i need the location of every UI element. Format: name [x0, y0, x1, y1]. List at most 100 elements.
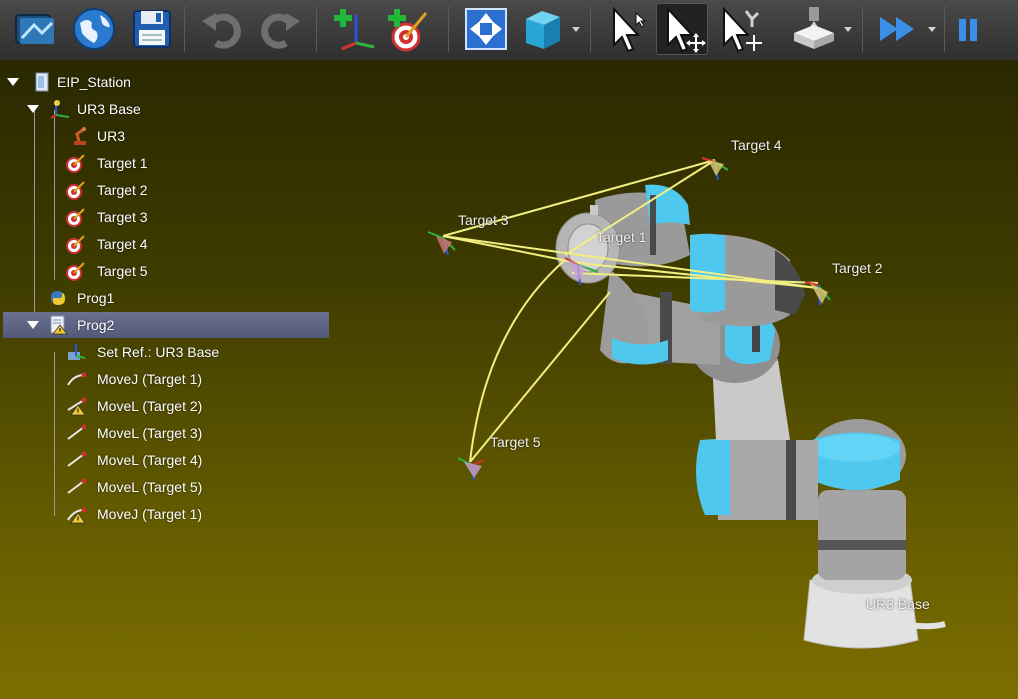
target-3-label: Target 3 — [458, 212, 509, 228]
cursor-move-icon — [667, 6, 706, 53]
tree-label-prog1: Prog1 — [77, 290, 115, 306]
target-2-marker[interactable] — [804, 281, 831, 306]
undo-icon — [202, 13, 241, 49]
tree-label-instruction: MoveJ (Target 1) — [97, 506, 203, 522]
movel-icon — [66, 450, 87, 470]
tree-label-instruction: MoveL (Target 3) — [97, 425, 203, 441]
reference-frame-icon — [50, 99, 70, 119]
toolbar-separator — [590, 6, 591, 52]
station-icon — [32, 72, 52, 92]
target-2-label: Target 2 — [832, 260, 883, 276]
target-icon — [66, 234, 86, 254]
tree-label-station: EIP_Station — [57, 74, 131, 90]
tree-label-instruction: MoveJ (Target 1) — [97, 371, 203, 387]
tree-label-ur3-base: UR3 Base — [77, 101, 141, 117]
redo-icon — [261, 13, 300, 49]
tree-label-instruction: MoveL (Target 4) — [97, 452, 203, 468]
fast-simulation-button[interactable] — [872, 3, 924, 55]
movel-warning-icon — [66, 396, 87, 416]
tree-item-instruction[interactable]: MoveJ (Target 1) — [0, 501, 330, 527]
tree-item-instruction[interactable]: MoveL (Target 3) — [0, 420, 330, 446]
add-target-button[interactable] — [382, 3, 434, 55]
open-station-button[interactable] — [10, 3, 62, 55]
target-4-label: Target 4 — [731, 137, 782, 153]
target-5-label: Target 5 — [490, 434, 541, 450]
toolbar-separator — [316, 6, 317, 52]
reference-icon — [66, 342, 86, 362]
cursor-robot-icon — [723, 6, 762, 53]
tree-label-target: Target 1 — [97, 155, 148, 171]
target-4-marker[interactable] — [701, 157, 729, 181]
target-3-marker[interactable] — [427, 231, 456, 256]
tree-item-instruction[interactable]: MoveL (Target 2) — [0, 393, 330, 419]
chevron-down-icon[interactable] — [6, 75, 20, 89]
tree-item-instruction[interactable]: Set Ref.: UR3 Base — [0, 339, 330, 365]
undo-button[interactable] — [196, 3, 248, 55]
cube-icon — [526, 11, 560, 49]
tree-label-prog2: Prog2 — [77, 317, 115, 333]
tree-label-instruction: MoveL (Target 2) — [97, 398, 203, 414]
fit-all-button[interactable] — [460, 3, 512, 55]
tree-label-ur3: UR3 — [97, 128, 126, 144]
base-label: UR3 Base — [866, 596, 930, 612]
main-toolbar — [0, 0, 1018, 61]
target-1-label: Target 1 — [596, 229, 647, 245]
tree-item-target[interactable]: Target 3 — [0, 204, 330, 230]
pause-button[interactable] — [942, 3, 994, 55]
cursor-icon — [613, 6, 647, 53]
tree-item-target[interactable]: Target 2 — [0, 177, 330, 203]
add-frame-icon — [334, 9, 375, 51]
movej-icon — [66, 369, 87, 389]
redo-button[interactable] — [254, 3, 306, 55]
machine-icon — [794, 7, 834, 49]
tree-item-target[interactable]: Target 5 — [0, 258, 330, 284]
chevron-down-icon[interactable] — [26, 318, 40, 332]
move-button[interactable] — [656, 3, 708, 55]
3d-viewport[interactable]: Target 1 Target 2 Target 3 Target 4 Targ… — [0, 60, 1018, 699]
program-warning-icon — [48, 315, 68, 335]
add-target-icon — [388, 9, 428, 52]
chevron-down-icon[interactable] — [927, 24, 937, 34]
station-icon — [15, 14, 54, 44]
tree-label-instruction: MoveL (Target 5) — [97, 479, 203, 495]
tree-item-prog1[interactable]: Prog1 — [0, 285, 330, 311]
tree-item-instruction[interactable]: MoveL (Target 4) — [0, 447, 330, 473]
tree-label-instruction: Set Ref.: UR3 Base — [97, 344, 220, 360]
robot-icon — [70, 126, 90, 146]
open-library-button[interactable] — [68, 3, 120, 55]
toolbar-separator — [184, 6, 185, 52]
movel-icon — [66, 477, 87, 497]
tree-item-instruction[interactable]: MoveJ (Target 1) — [0, 366, 330, 392]
fit-all-icon — [465, 8, 507, 50]
toolbar-separator — [862, 6, 863, 52]
chevron-down-icon[interactable] — [843, 24, 853, 34]
fast-forward-icon — [880, 17, 914, 41]
tree-item-ur3-base[interactable]: UR3 Base — [0, 96, 330, 122]
select-button[interactable] — [600, 3, 652, 55]
chevron-down-icon[interactable] — [571, 24, 581, 34]
add-reference-frame-button[interactable] — [328, 3, 380, 55]
collision-button[interactable] — [788, 3, 840, 55]
save-button[interactable] — [126, 3, 178, 55]
python-icon — [48, 288, 68, 308]
target-icon — [66, 180, 86, 200]
chevron-down-icon[interactable] — [26, 102, 40, 116]
robot-ur3[interactable] — [555, 184, 946, 649]
target-icon — [66, 207, 86, 227]
movel-icon — [66, 423, 87, 443]
movej-warning-icon — [66, 504, 87, 524]
toolbar-separator — [448, 6, 449, 52]
tree-item-prog2[interactable]: Prog2 — [3, 312, 329, 338]
save-icon — [133, 10, 171, 48]
pause-icon — [959, 19, 977, 41]
tree-label-target: Target 2 — [97, 182, 148, 198]
tree-item-target[interactable]: Target 4 — [0, 231, 330, 257]
view-cube-button[interactable] — [516, 3, 568, 55]
move-robot-button[interactable] — [714, 3, 766, 55]
globe-icon — [73, 8, 115, 50]
tree-item-station[interactable]: EIP_Station — [0, 69, 330, 95]
tree-item-target[interactable]: Target 1 — [0, 150, 330, 176]
tree-item-ur3[interactable]: UR3 — [0, 123, 330, 149]
target-icon — [66, 153, 86, 173]
tree-item-instruction[interactable]: MoveL (Target 5) — [0, 474, 330, 500]
